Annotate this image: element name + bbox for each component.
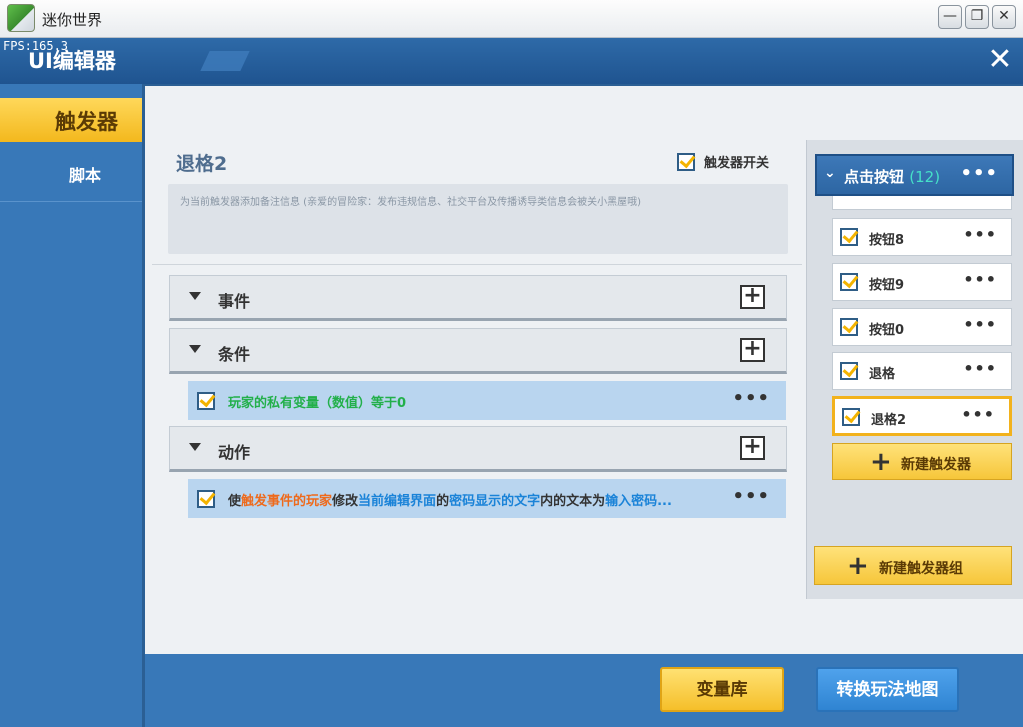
condition-entry-checkbox[interactable] <box>197 392 215 410</box>
collapse-triangle-icon[interactable] <box>189 345 201 353</box>
plus-icon: + <box>847 551 869 581</box>
trigger-note-input[interactable]: 为当前触发器添加备注信息 (亲爱的冒险家：发布违规信息、社交平台及传播诱导类信息… <box>168 184 788 254</box>
trigger-list-label: 退格2 <box>871 413 907 428</box>
trigger-checkbox[interactable] <box>840 228 858 246</box>
section-event[interactable]: 事件 + <box>169 275 787 321</box>
trigger-switch[interactable]: 触发器开关 <box>677 152 769 171</box>
variable-library-button[interactable]: 变量库 <box>660 667 784 712</box>
sidebar-item-script[interactable]: 脚本 <box>0 146 142 202</box>
group-name-text: 点击按钮 <box>844 168 905 186</box>
trigger-list-item[interactable]: 按钮0 ••• <box>832 308 1012 346</box>
app-icon <box>7 4 35 32</box>
action-text-part: 内的文本为 <box>540 494 606 509</box>
fps-counter: FPS:165.3 <box>3 39 69 53</box>
chevron-down-icon[interactable]: ⌄ <box>824 165 836 181</box>
more-icon[interactable]: ••• <box>963 225 997 244</box>
action-entry-text[interactable]: 使触发事件的玩家修改当前编辑界面的密码显示的文字内的文本为输入密码... <box>228 490 672 509</box>
sidebar-item-label: 触发器 <box>55 110 118 134</box>
condition-entry-text[interactable]: 玩家的私有变量（数值）等于0 <box>228 392 406 411</box>
more-icon[interactable]: ••• <box>963 359 997 378</box>
action-entry[interactable]: 使触发事件的玩家修改当前编辑界面的密码显示的文字内的文本为输入密码... ••• <box>188 479 786 518</box>
new-trigger-button[interactable]: + 新建触发器 <box>832 443 1012 480</box>
trigger-checkbox[interactable] <box>840 273 858 291</box>
trigger-checkbox[interactable] <box>840 362 858 380</box>
window-titlebar: 迷你世界 — ❐ ✕ <box>0 0 1023 38</box>
condition-entry[interactable]: 玩家的私有变量（数值）等于0 ••• <box>188 381 786 420</box>
add-action-button[interactable]: + <box>740 436 765 460</box>
action-param-element[interactable]: 密码显示的文字 <box>449 494 540 509</box>
trigger-list-label: 按钮0 <box>869 323 905 338</box>
section-label: 动作 <box>218 443 251 462</box>
window-title: 迷你世界 <box>42 11 103 29</box>
close-window-button[interactable]: ✕ <box>992 5 1016 29</box>
list-item-partial <box>832 196 1012 210</box>
trigger-list-label: 按钮9 <box>869 278 905 293</box>
trigger-switch-label: 触发器开关 <box>704 156 770 171</box>
more-icon[interactable]: ••• <box>963 270 997 289</box>
restore-button[interactable]: ❐ <box>965 5 989 29</box>
editor-header <box>0 38 1023 84</box>
minimize-button[interactable]: — <box>938 5 962 29</box>
add-condition-button[interactable]: + <box>740 338 765 362</box>
trigger-name[interactable]: 退格2 <box>176 149 227 176</box>
trigger-list-item[interactable]: 按钮8 ••• <box>832 218 1012 256</box>
trigger-list-item[interactable]: 退格 ••• <box>832 352 1012 390</box>
section-condition[interactable]: 条件 + <box>169 328 787 374</box>
section-action[interactable]: 动作 + <box>169 426 787 472</box>
action-text-part: 使 <box>228 494 242 509</box>
sidebar: 触发器 脚本 <box>0 84 142 727</box>
trigger-group-count: (12) <box>909 168 941 186</box>
section-label: 条件 <box>218 345 251 364</box>
collapse-triangle-icon[interactable] <box>189 292 201 300</box>
close-editor-button[interactable]: ✕ <box>985 42 1015 78</box>
plus-icon: + <box>870 447 892 477</box>
more-icon[interactable]: ••• <box>961 405 995 424</box>
trigger-list-label: 退格 <box>869 367 896 382</box>
divider <box>152 264 802 265</box>
trigger-list-label: 按钮8 <box>869 233 905 248</box>
sidebar-item-trigger[interactable]: 触发器 <box>0 98 142 142</box>
section-label: 事件 <box>218 292 251 311</box>
trigger-checkbox[interactable] <box>840 318 858 336</box>
trigger-list-item[interactable]: 按钮9 ••• <box>832 263 1012 301</box>
header-decoration <box>200 51 250 71</box>
window-controls: — ❐ ✕ <box>938 5 1016 29</box>
trigger-checkbox[interactable] <box>842 408 860 426</box>
trigger-switch-checkbox[interactable] <box>677 152 695 171</box>
new-trigger-group-label: 新建触发器组 <box>879 561 963 577</box>
trigger-list-item-selected[interactable]: 退格2 ••• <box>832 396 1012 436</box>
new-trigger-group-button[interactable]: + 新建触发器组 <box>814 546 1012 585</box>
action-param-text[interactable]: 输入密码... <box>605 494 672 509</box>
action-text-part: 修改 <box>332 494 359 509</box>
convert-map-button[interactable]: 转换玩法地图 <box>816 667 959 712</box>
trigger-group-name: 点击按钮 (12) <box>844 166 940 187</box>
collapse-triangle-icon[interactable] <box>189 443 201 451</box>
action-text-part: 的 <box>436 494 450 509</box>
action-entry-checkbox[interactable] <box>197 490 215 508</box>
more-icon[interactable]: ••• <box>732 486 770 507</box>
new-trigger-label: 新建触发器 <box>901 457 971 473</box>
add-event-button[interactable]: + <box>740 285 765 309</box>
trigger-note-placeholder: 为当前触发器添加备注信息 (亲爱的冒险家：发布违规信息、社交平台及传播诱导类信息… <box>180 197 641 208</box>
action-param-player[interactable]: 触发事件的玩家 <box>241 494 332 509</box>
action-param-ui[interactable]: 当前编辑界面 <box>358 494 436 509</box>
trigger-group-header[interactable]: ⌄ 点击按钮 (12) ••• <box>815 154 1014 196</box>
more-icon[interactable]: ••• <box>960 163 998 184</box>
sidebar-item-label: 脚本 <box>69 166 102 185</box>
more-icon[interactable]: ••• <box>963 315 997 334</box>
more-icon[interactable]: ••• <box>732 388 770 409</box>
